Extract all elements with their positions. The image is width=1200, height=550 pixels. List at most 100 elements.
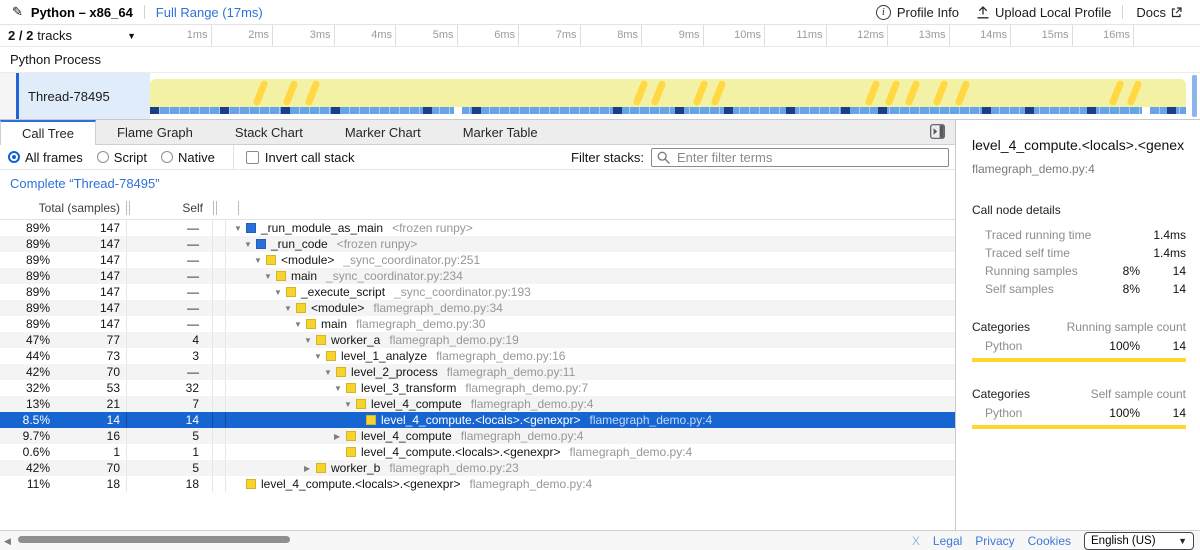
expand-icon[interactable]: ▶ xyxy=(334,432,346,441)
thread-track-label[interactable]: Thread-78495 xyxy=(19,73,150,119)
tree-cell: level_4_compute.<locals>.<genexpr>flameg… xyxy=(226,413,955,427)
column-divider xyxy=(212,268,213,284)
table-row[interactable]: 47%774▼worker_aflamegraph_demo.py:19 xyxy=(0,332,955,348)
table-row[interactable]: 0.6%11level_4_compute.<locals>.<genexpr>… xyxy=(0,444,955,460)
scroll-left-arrow-icon[interactable]: ◀ xyxy=(4,536,11,547)
footer-link-legal[interactable]: Legal xyxy=(933,534,962,548)
sample-marker xyxy=(281,107,290,114)
tree-cell: level_4_compute.<locals>.<genexpr>flameg… xyxy=(226,445,955,459)
docs-link[interactable]: Docs xyxy=(1136,5,1188,20)
track-scrollbar[interactable] xyxy=(1192,75,1197,117)
collapse-icon[interactable]: ▼ xyxy=(284,304,296,313)
footer-link-x[interactable]: X xyxy=(912,534,920,548)
table-row[interactable]: 32%5332▼level_3_transformflamegraph_demo… xyxy=(0,380,955,396)
table-row[interactable]: 89%147—▼main_sync_coordinator.py:234 xyxy=(0,268,955,284)
function-file: flamegraph_demo.py:7 xyxy=(465,381,588,395)
column-header-total[interactable]: Total (samples) xyxy=(0,201,120,215)
column-resizer[interactable] xyxy=(238,201,240,215)
thread-activity-graph[interactable] xyxy=(150,79,1186,107)
table-row[interactable]: 89%147—▼_run_module_as_main<frozen runpy… xyxy=(0,220,955,236)
table-row[interactable]: 89%147—▼<module>flamegraph_demo.py:34 xyxy=(0,300,955,316)
total-samples-cell: 147 xyxy=(50,301,120,315)
collapse-icon[interactable]: ▼ xyxy=(234,224,246,233)
table-row[interactable]: 42%705▶worker_bflamegraph_demo.py:23 xyxy=(0,460,955,476)
collapse-icon[interactable]: ▼ xyxy=(304,336,316,345)
tab-call-tree[interactable]: Call Tree xyxy=(0,120,96,145)
column-resizer[interactable] xyxy=(213,201,217,215)
total-samples-cell: 147 xyxy=(50,285,120,299)
tab-flame-graph[interactable]: Flame Graph xyxy=(96,120,214,144)
tab-marker-table[interactable]: Marker Table xyxy=(442,120,559,144)
ruler-tick: 13ms xyxy=(888,25,950,46)
column-divider xyxy=(212,460,213,476)
table-row[interactable]: 9.7%165▶level_4_computeflamegraph_demo.p… xyxy=(0,428,955,444)
table-row[interactable]: 13%217▼level_4_computeflamegraph_demo.py… xyxy=(0,396,955,412)
category-color-box xyxy=(316,463,326,473)
category-color-box xyxy=(316,335,326,345)
function-name: <module> xyxy=(311,301,364,315)
radio-native[interactable]: Native xyxy=(161,150,215,165)
tab-marker-chart[interactable]: Marker Chart xyxy=(324,120,442,144)
table-row[interactable]: 42%70—▼level_2_processflamegraph_demo.py… xyxy=(0,364,955,380)
profile-info-button[interactable]: i Profile Info xyxy=(876,5,959,20)
table-row[interactable]: 44%733▼level_1_analyzeflamegraph_demo.py… xyxy=(0,348,955,364)
edit-profile-name-icon[interactable]: ✎ xyxy=(12,4,23,20)
ruler-tick: 6ms xyxy=(458,25,520,46)
expand-icon[interactable]: ▶ xyxy=(304,464,316,473)
tree-cell: ▼level_2_processflamegraph_demo.py:11 xyxy=(226,365,955,379)
sidebar-section-title: Call node details xyxy=(972,203,1186,217)
table-row[interactable]: 11%1818level_4_compute.<locals>.<genexpr… xyxy=(0,476,955,492)
invert-call-stack-checkbox[interactable]: Invert call stack xyxy=(246,150,355,165)
breadcrumb-complete-link[interactable]: Complete “Thread-78495” xyxy=(10,176,160,191)
horizontal-scrollbar-thumb[interactable] xyxy=(18,536,290,543)
ruler-tick: 16ms xyxy=(1073,25,1135,46)
radio-icon xyxy=(97,151,109,163)
search-field-wrap xyxy=(651,148,949,167)
collapse-icon[interactable]: ▼ xyxy=(244,240,256,249)
collapse-icon[interactable]: ▼ xyxy=(314,352,326,361)
call-tree-rows: 89%147—▼_run_module_as_main<frozen runpy… xyxy=(0,220,955,492)
thread-sample-strip[interactable] xyxy=(150,107,1186,114)
upload-icon xyxy=(977,6,989,19)
language-select[interactable]: English (US) ▼ xyxy=(1084,532,1194,550)
column-header-self[interactable]: Self xyxy=(130,201,203,215)
table-row[interactable]: 8.5%1414level_4_compute.<locals>.<genexp… xyxy=(0,412,955,428)
collapse-icon[interactable]: ▼ xyxy=(324,368,336,377)
chevron-down-icon: ▼ xyxy=(127,31,136,41)
table-row[interactable]: 89%147—▼<module>_sync_coordinator.py:251 xyxy=(0,252,955,268)
total-percent-cell: 32% xyxy=(0,381,50,395)
collapse-icon[interactable]: ▼ xyxy=(264,272,276,281)
breadcrumb: Complete “Thread-78495” xyxy=(0,170,955,196)
function-file: _sync_coordinator.py:234 xyxy=(326,269,463,283)
tab-stack-chart[interactable]: Stack Chart xyxy=(214,120,324,144)
upload-profile-button[interactable]: Upload Local Profile xyxy=(977,5,1111,20)
process-track-header[interactable]: Python Process xyxy=(0,47,1200,73)
collapse-icon[interactable]: ▼ xyxy=(274,288,286,297)
footer-link-privacy[interactable]: Privacy xyxy=(975,534,1014,548)
tracks-dropdown[interactable]: 2 / 2 tracks ▼ xyxy=(0,25,150,46)
table-row[interactable]: 89%147—▼mainflamegraph_demo.py:30 xyxy=(0,316,955,332)
footer-links: X Legal Privacy Cookies xyxy=(912,534,1084,548)
activity-spike xyxy=(283,80,299,107)
collapse-icon[interactable]: ▼ xyxy=(294,320,306,329)
thread-track[interactable]: Thread-78495 xyxy=(0,73,1200,119)
radio-script[interactable]: Script xyxy=(97,150,147,165)
radio-all-frames[interactable]: All frames xyxy=(8,150,83,165)
collapse-icon[interactable]: ▼ xyxy=(334,384,346,393)
table-row[interactable]: 89%147—▼_execute_script_sync_coordinator… xyxy=(0,284,955,300)
sample-marker xyxy=(841,107,850,114)
activity-spike xyxy=(1108,80,1124,107)
tree-cell: level_4_compute.<locals>.<genexpr>flameg… xyxy=(226,477,955,491)
collapse-icon[interactable]: ▼ xyxy=(344,400,356,409)
footer-link-cookies[interactable]: Cookies xyxy=(1028,534,1071,548)
full-range-link[interactable]: Full Range (17ms) xyxy=(156,5,263,20)
collapse-icon[interactable]: ▼ xyxy=(254,256,266,265)
category-bar xyxy=(972,425,1186,429)
function-file: <frozen runpy> xyxy=(392,221,473,235)
self-samples-cell: 5 xyxy=(127,429,199,443)
total-samples-cell: 147 xyxy=(50,269,120,283)
table-row[interactable]: 89%147—▼_run_code<frozen runpy> xyxy=(0,236,955,252)
sample-marker xyxy=(423,107,432,114)
filter-stacks-input[interactable] xyxy=(651,148,949,167)
sidebar-toggle-button[interactable] xyxy=(930,124,946,140)
